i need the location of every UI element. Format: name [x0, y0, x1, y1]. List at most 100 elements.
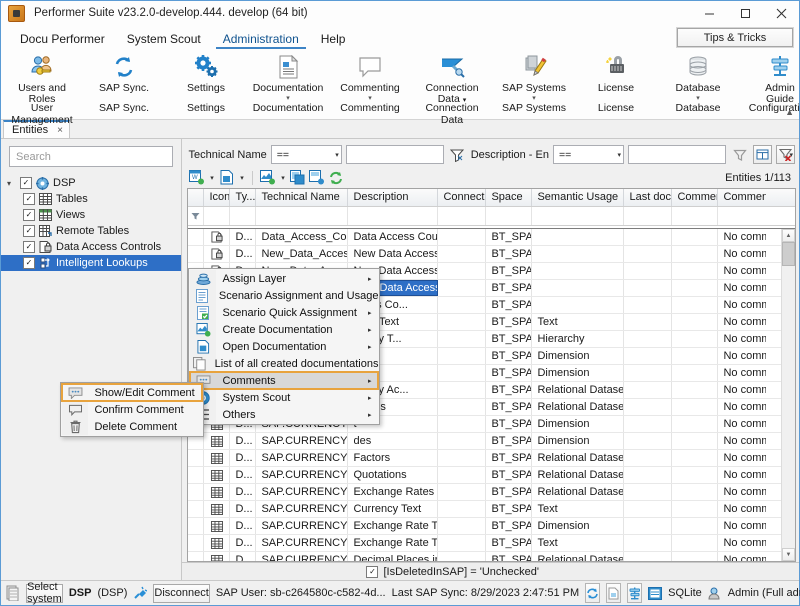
- row-space[interactable]: BT_SPA...: [486, 382, 532, 398]
- row-semantic-usage[interactable]: Relational Dataset: [532, 450, 624, 466]
- context-menu-item-scenario-quick-assignment[interactable]: Scenario Quick Assignment▸: [190, 304, 378, 321]
- filter-cell-semantic-usage[interactable]: [532, 207, 624, 225]
- row-space[interactable]: BT_SPA...: [486, 535, 532, 551]
- row-space[interactable]: BT_SPA...: [486, 433, 532, 449]
- row-semantic-usage[interactable]: Relational Dataset: [532, 382, 624, 398]
- row-type[interactable]: D...: [230, 433, 256, 449]
- context-menu-item-assign-layer[interactable]: Assign Layer▸: [190, 270, 378, 287]
- row-last-doc[interactable]: [624, 365, 672, 381]
- table-row[interactable]: D...New_Data_Access_New Data Access Co..…: [188, 246, 795, 263]
- row-description[interactable]: Currency Text: [348, 501, 438, 517]
- table-row[interactable]: D...SAP.CURRENCY.TACurrency TextBT_SPA..…: [188, 501, 795, 518]
- context-menu-item-comments[interactable]: Comments▸: [190, 372, 378, 389]
- export-excel-icon[interactable]: W: [188, 169, 205, 186]
- grid-header-semantic-usage[interactable]: Semantic Usage: [532, 189, 624, 206]
- row-comment-1[interactable]: [672, 331, 718, 347]
- row-space[interactable]: BT_SPA...: [486, 399, 532, 415]
- edit-filter-icon[interactable]: [753, 145, 772, 164]
- row-comment-2[interactable]: No comm...: [718, 518, 766, 534]
- row-connection[interactable]: [438, 501, 486, 517]
- row-indicator[interactable]: [188, 450, 204, 466]
- row-last-doc[interactable]: [624, 433, 672, 449]
- row-last-doc[interactable]: [624, 263, 672, 279]
- chevron-down-icon[interactable]: ▾: [207, 174, 216, 182]
- row-description[interactable]: Exchange Rates: [348, 484, 438, 500]
- row-connection[interactable]: [438, 416, 486, 432]
- filter-cell-space[interactable]: [486, 207, 532, 225]
- row-semantic-usage[interactable]: Relational Dataset: [532, 467, 624, 483]
- create-documentation-icon[interactable]: [259, 169, 276, 186]
- context-menu-item-list-of-all-created-documentations[interactable]: List of all created documentations: [190, 355, 378, 372]
- row-semantic-usage[interactable]: Dimension: [532, 433, 624, 449]
- row-last-doc[interactable]: [624, 399, 672, 415]
- row-type[interactable]: D...: [230, 450, 256, 466]
- ribbon-button-commenting[interactable]: Commenting ▾: [337, 49, 403, 102]
- row-type[interactable]: D...: [230, 467, 256, 483]
- row-semantic-usage[interactable]: Relational Dataset: [532, 399, 624, 415]
- row-last-doc[interactable]: [624, 518, 672, 534]
- close-icon[interactable]: ×: [57, 125, 63, 136]
- row-semantic-usage[interactable]: Dimension: [532, 365, 624, 381]
- filter-cell-type[interactable]: [230, 207, 256, 225]
- row-connection[interactable]: [438, 280, 486, 296]
- table-row[interactable]: D...Data_Access_CounData Access CountryB…: [188, 229, 795, 246]
- row-space[interactable]: BT_SPA...: [486, 518, 532, 534]
- row-space[interactable]: BT_SPA...: [486, 263, 532, 279]
- row-semantic-usage[interactable]: [532, 280, 624, 296]
- row-comment-2[interactable]: No comm...: [718, 416, 766, 432]
- context-menu-item-scenario-assignment-and-usage[interactable]: Scenario Assignment and Usage: [190, 287, 378, 304]
- row-connection[interactable]: [438, 518, 486, 534]
- grid-header-comment-2[interactable]: Commen...: [718, 189, 766, 206]
- row-technical-name[interactable]: SAP.CURRENCY.TA: [256, 433, 348, 449]
- row-last-doc[interactable]: [624, 314, 672, 330]
- chevron-down-icon[interactable]: ▾: [237, 174, 246, 182]
- row-comment-2[interactable]: No comm...: [718, 314, 766, 330]
- row-description[interactable]: Quotations: [348, 467, 438, 483]
- grid-vertical-scrollbar[interactable]: ▲ ▼: [781, 229, 795, 561]
- row-space[interactable]: BT_SPA...: [486, 552, 532, 561]
- disconnect-button[interactable]: Disconnect: [153, 584, 209, 603]
- row-comment-1[interactable]: [672, 501, 718, 517]
- row-technical-name[interactable]: SAP.CURRENCY.TA: [256, 535, 348, 551]
- close-button[interactable]: [763, 1, 799, 25]
- filter-status-content[interactable]: ✓ [IsDeletedInSAP] = 'Unchecked': [366, 566, 539, 578]
- row-semantic-usage[interactable]: Text: [532, 535, 624, 551]
- row-comment-2[interactable]: No comm...: [718, 229, 766, 245]
- row-semantic-usage[interactable]: [532, 246, 624, 262]
- row-entity-icon[interactable]: [204, 467, 230, 483]
- filter-cell-comment-2[interactable]: [718, 207, 766, 225]
- row-connection[interactable]: [438, 484, 486, 500]
- report-icon[interactable]: [606, 583, 621, 603]
- row-comment-1[interactable]: [672, 433, 718, 449]
- row-connection[interactable]: [438, 382, 486, 398]
- row-entity-icon[interactable]: [204, 552, 230, 561]
- tab-administration[interactable]: Administration: [212, 30, 310, 49]
- row-space[interactable]: BT_SPA...: [486, 484, 532, 500]
- row-connection[interactable]: [438, 399, 486, 415]
- row-connection[interactable]: [438, 433, 486, 449]
- row-comment-2[interactable]: No comm...: [718, 331, 766, 347]
- row-comment-1[interactable]: [672, 263, 718, 279]
- row-comment-2[interactable]: No comm...: [718, 467, 766, 483]
- row-indicator[interactable]: [188, 467, 204, 483]
- row-comment-2[interactable]: No comm...: [718, 535, 766, 551]
- row-technical-name[interactable]: SAP.CURRENCY.TA: [256, 450, 348, 466]
- row-entity-icon[interactable]: [204, 501, 230, 517]
- collapse-ribbon-icon[interactable]: ▲: [785, 107, 794, 117]
- row-connection[interactable]: [438, 246, 486, 262]
- scroll-up-arrow[interactable]: ▲: [782, 229, 795, 242]
- row-comment-1[interactable]: [672, 382, 718, 398]
- row-semantic-usage[interactable]: [532, 297, 624, 313]
- submenu-item-show-edit-comment[interactable]: Show/Edit Comment: [62, 384, 202, 401]
- refresh-sync-icon[interactable]: [585, 583, 600, 603]
- row-comment-1[interactable]: [672, 450, 718, 466]
- row-type[interactable]: D...: [230, 552, 256, 561]
- row-entity-icon[interactable]: [204, 229, 230, 245]
- row-type[interactable]: D...: [230, 518, 256, 534]
- row-technical-name[interactable]: SAP.CURRENCY.TA: [256, 467, 348, 483]
- row-last-doc[interactable]: [624, 552, 672, 561]
- row-description[interactable]: des: [348, 433, 438, 449]
- tab-system-scout[interactable]: System Scout: [116, 30, 212, 49]
- chevron-down-icon[interactable]: ▾: [789, 151, 793, 159]
- row-description[interactable]: Factors: [348, 450, 438, 466]
